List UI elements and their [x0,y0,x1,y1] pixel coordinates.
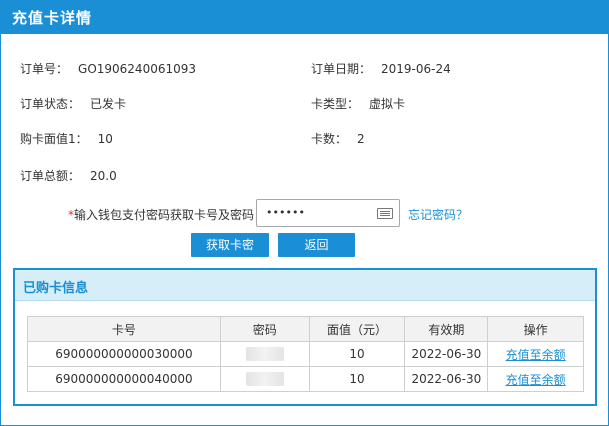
order-no-field: 订单号： GO1906240061093 [20,60,196,77]
card-type-value: 虚拟卡 [369,97,406,111]
action-cell: 充值至余额 [487,341,584,367]
purchased-cards-panel: 已购卡信息 卡号 密码 面值（元） 有效期 操作 690000000000030… [13,268,597,406]
face-value-field: 购卡面值1： 10 [20,130,113,147]
expiry-cell: 2022-06-30 [404,341,489,367]
get-card-button[interactable]: 获取卡密 [191,233,269,257]
order-no-value: GO1906240061093 [78,62,197,76]
card-no-cell: 690000000000040000 [27,366,221,392]
order-total-value: 20.0 [90,169,117,183]
page-title: 充值卡详情 [12,9,93,27]
password-cell [219,341,310,367]
panel-title: 已购卡信息 [23,281,89,296]
order-total-field: 订单总额： 20.0 [20,167,117,184]
order-status-value: 已发卡 [90,97,127,111]
card-count-field: 卡数： 2 [311,130,365,147]
table-row: 690000000000040000 10 2022-06-30 充值至余额 [27,366,584,392]
recharge-to-balance-link[interactable]: 充值至余额 [506,348,566,362]
col-face-value: 面值（元） [308,316,406,342]
cards-table: 卡号 密码 面值（元） 有效期 操作 690000000000030000 10… [27,316,584,392]
back-button[interactable]: 返回 [278,233,355,257]
recharge-to-balance-link[interactable]: 充值至余额 [506,373,566,387]
page-header: 充值卡详情 [0,0,609,34]
password-dots: •••••• [266,206,305,219]
table-header-row: 卡号 密码 面值（元） 有效期 操作 [27,316,584,342]
password-label: 输入钱包支付密码获取卡号及密码： [74,208,267,222]
face-value-cell: 10 [308,366,406,392]
panel-header: 已购卡信息 [15,270,595,301]
action-cell: 充值至余额 [487,366,584,392]
card-type-label: 卡类型： [311,97,360,111]
order-status-field: 订单状态： 已发卡 [20,95,126,112]
blurred-password [245,372,284,387]
table-row: 690000000000030000 10 2022-06-30 充值至余额 [27,341,584,367]
col-card-no: 卡号 [27,316,221,342]
card-type-field: 卡类型： 虚拟卡 [311,95,405,112]
keyboard-icon[interactable] [377,208,393,219]
forgot-password-link[interactable]: 忘记密码？ [408,206,468,223]
password-cell [219,366,310,392]
col-action: 操作 [487,316,584,342]
order-total-label: 订单总额： [20,169,81,183]
order-date-field: 订单日期： 2019-06-24 [311,60,451,77]
face-value-label: 购卡面值1： [20,132,88,146]
order-status-label: 订单状态： [20,97,81,111]
card-count-value: 2 [357,132,365,146]
col-expiry: 有效期 [404,316,489,342]
card-count-label: 卡数： [311,132,348,146]
face-value-cell: 10 [308,341,406,367]
password-prompt: *输入钱包支付密码获取卡号及密码： [68,206,266,223]
blurred-password [245,347,284,362]
face-value-value: 10 [97,132,113,146]
card-no-cell: 690000000000030000 [27,341,221,367]
order-no-label: 订单号： [20,62,69,76]
order-date-value: 2019-06-24 [381,62,451,76]
order-date-label: 订单日期： [311,62,372,76]
expiry-cell: 2022-06-30 [404,366,489,392]
wallet-password-input[interactable]: •••••• [256,199,400,227]
col-password: 密码 [219,316,310,342]
